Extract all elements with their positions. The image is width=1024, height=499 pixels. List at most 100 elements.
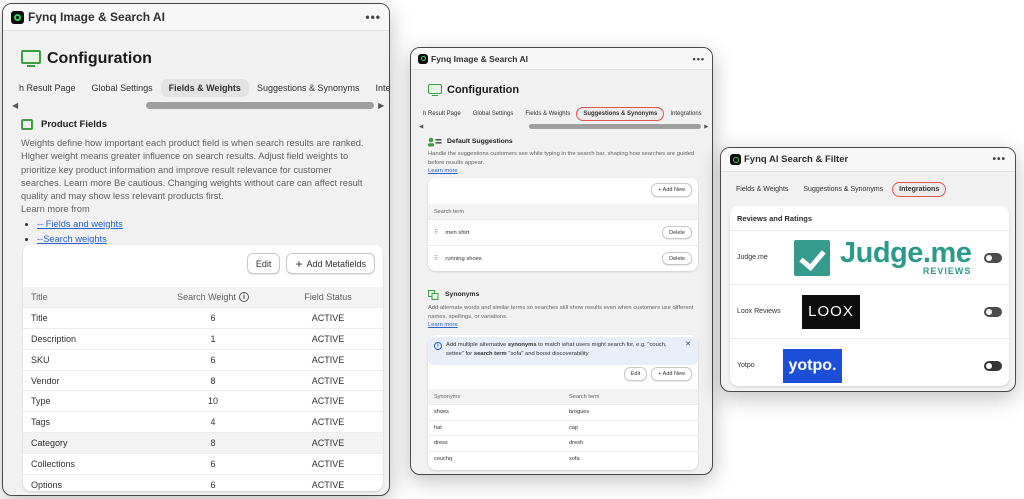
- tab-suggestions-synonyms[interactable]: Suggestions & Synonyms: [797, 183, 889, 196]
- close-icon[interactable]: ✕: [685, 341, 691, 350]
- cell-status: ACTIVE: [273, 473, 383, 495]
- yotpo-toggle[interactable]: [984, 360, 1002, 371]
- table-row[interactable]: hat cap: [428, 419, 698, 436]
- cell-term: cap: [563, 419, 698, 436]
- add-metafields-button[interactable]: + Add Metafields: [286, 253, 375, 274]
- yotpo-logo: yotpo.: [783, 348, 842, 383]
- edit-button[interactable]: Edit: [246, 253, 281, 274]
- app-title: Fynq Image & Search AI: [28, 10, 165, 24]
- synonyms-learn-more-link[interactable]: Learn more: [428, 322, 458, 328]
- suggestions-actions: + Add New: [428, 178, 698, 201]
- product-fields-card: Edit + Add Metafields Title Search Weigh…: [23, 245, 383, 495]
- tab-integrations[interactable]: Integrations: [664, 108, 707, 120]
- more-menu-icon[interactable]: •••: [365, 10, 381, 24]
- cell-title: SKU: [23, 348, 153, 371]
- cell-weight: 8: [153, 432, 273, 454]
- tab-result-page[interactable]: h Result Page: [417, 108, 467, 120]
- scrollbar-thumb[interactable]: [529, 124, 702, 129]
- drag-handle-icon[interactable]: ⠿: [434, 255, 439, 262]
- cell-weight: 6: [153, 473, 273, 495]
- table-row[interactable]: Description 1 ACTIVE: [23, 328, 383, 350]
- cell-title: Tags: [23, 411, 153, 433]
- table-row[interactable]: dress dresh: [428, 435, 698, 451]
- cell-weight: 6: [153, 307, 273, 329]
- tab-suggestions-synonyms[interactable]: Suggestions & Synonyms: [576, 107, 665, 121]
- list-item: ⠿ running shoes Delete: [428, 245, 698, 271]
- table-row[interactable]: SKU 6 ACTIVE: [23, 348, 383, 371]
- tab-suggestions-synonyms[interactable]: Suggestions & Synonyms: [249, 79, 368, 97]
- table-row[interactable]: Options 6 ACTIVE: [23, 473, 383, 495]
- card-actions: Edit + Add Metafields: [23, 245, 383, 279]
- tab-scrollbar[interactable]: ◀ ▶: [3, 99, 389, 111]
- integration-row-judgeme: Judge.me Judge.me REVIEWS: [730, 230, 1009, 284]
- suggestions-learn-more-link[interactable]: Learn more: [428, 168, 458, 174]
- tab-integrations[interactable]: Integrations: [368, 79, 390, 97]
- judgeme-logo-sub: REVIEWS: [922, 266, 972, 276]
- card-title: Reviews and Ratings: [737, 214, 813, 223]
- loox-logo: LOOX: [802, 294, 860, 329]
- tab-result-page[interactable]: h Result Page: [11, 79, 84, 97]
- cell-title: Type: [23, 390, 153, 412]
- cell-status: ACTIVE: [273, 390, 383, 412]
- cell-status: ACTIVE: [273, 328, 383, 350]
- edit-button[interactable]: Edit: [623, 367, 648, 381]
- tab-bar: Fields & Weights Suggestions & Synonyms …: [721, 172, 1015, 200]
- table-row[interactable]: Category 8 ACTIVE: [23, 432, 383, 454]
- cell-synonym: shoes: [428, 404, 563, 420]
- scroll-left-icon[interactable]: ◀: [12, 101, 18, 110]
- scroll-right-icon[interactable]: ▶: [704, 124, 708, 130]
- drag-handle-icon[interactable]: ⠿: [434, 229, 439, 236]
- synonyms-info-banner: i Add multiple alternative synonyms to m…: [428, 337, 698, 365]
- product-box-icon: [21, 118, 33, 130]
- integration-name: Loox Reviews: [737, 308, 781, 315]
- more-menu-icon[interactable]: •••: [693, 54, 705, 64]
- reviews-ratings-card: Reviews and Ratings Judge.me Judge.me RE…: [730, 206, 1009, 386]
- table-row[interactable]: Collections 6 ACTIVE: [23, 452, 383, 475]
- cell-title: Collections: [23, 452, 153, 475]
- help-links: -- Fields and weights --Search weights: [3, 217, 389, 247]
- cell-synonym: couchq: [428, 450, 563, 467]
- tab-fields-weights[interactable]: Fields & Weights: [160, 79, 249, 97]
- judgeme-toggle[interactable]: [984, 252, 1002, 263]
- search-weights-link[interactable]: --Search weights: [37, 234, 107, 244]
- add-synonym-button[interactable]: + Add New: [651, 367, 692, 381]
- table-row[interactable]: couchq sofa: [428, 450, 698, 467]
- banner-text: Add multiple alternative: [446, 342, 508, 348]
- delete-button[interactable]: Delete: [662, 226, 692, 239]
- tab-scrollbar[interactable]: ◀ ▶: [411, 122, 712, 131]
- column-header-title: Title: [23, 287, 153, 308]
- info-icon[interactable]: i: [238, 292, 249, 303]
- fields-weights-link[interactable]: -- Fields and weights: [37, 219, 123, 229]
- table-row[interactable]: shoes brogues: [428, 404, 698, 420]
- delete-button[interactable]: Delete: [662, 252, 692, 265]
- tab-global-settings[interactable]: Global Settings: [84, 79, 161, 97]
- tab-fields-weights[interactable]: Fields & Weights: [519, 108, 576, 120]
- table-row[interactable]: Tags 4 ACTIVE: [23, 411, 383, 433]
- app-title: Fynq Image & Search AI: [431, 53, 528, 64]
- fields-weights-panel: Fynq Image & Search AI ••• Configuration…: [2, 3, 390, 496]
- tab-global-settings[interactable]: Global Settings: [467, 108, 520, 120]
- info-icon: i: [434, 342, 442, 350]
- column-header-status: Field Status: [273, 287, 383, 308]
- table-row[interactable]: Type 10 ACTIVE: [23, 390, 383, 412]
- fields-table: Title Search Weight i Field Status Title 6…: [23, 287, 383, 495]
- more-menu-icon[interactable]: •••: [992, 154, 1006, 165]
- loox-toggle[interactable]: [984, 306, 1002, 317]
- tab-integrations[interactable]: Integrations: [892, 181, 947, 197]
- column-header-search-term: Search term: [563, 389, 698, 405]
- integration-row-yotpo: Yotpo yotpo.: [730, 338, 1009, 391]
- cell-term: dresh: [563, 435, 698, 451]
- scroll-left-icon[interactable]: ◀: [419, 124, 423, 130]
- cell-status: ACTIVE: [273, 369, 383, 391]
- cell-title: Category: [23, 432, 153, 454]
- scroll-right-icon[interactable]: ▶: [378, 101, 384, 110]
- tab-bar: h Result Page Global Settings Fields & W…: [411, 100, 712, 122]
- cell-weight: 4: [153, 411, 273, 433]
- scrollbar-thumb[interactable]: [146, 101, 375, 109]
- add-metafields-label: Add Metafields: [306, 258, 366, 269]
- add-suggestion-button[interactable]: + Add New: [651, 183, 692, 197]
- app-logo-icon: [11, 10, 24, 24]
- table-row[interactable]: Title 6 ACTIVE: [23, 307, 383, 329]
- table-row[interactable]: Vendor 8 ACTIVE: [23, 369, 383, 391]
- tab-fields-weights[interactable]: Fields & Weights: [730, 183, 794, 196]
